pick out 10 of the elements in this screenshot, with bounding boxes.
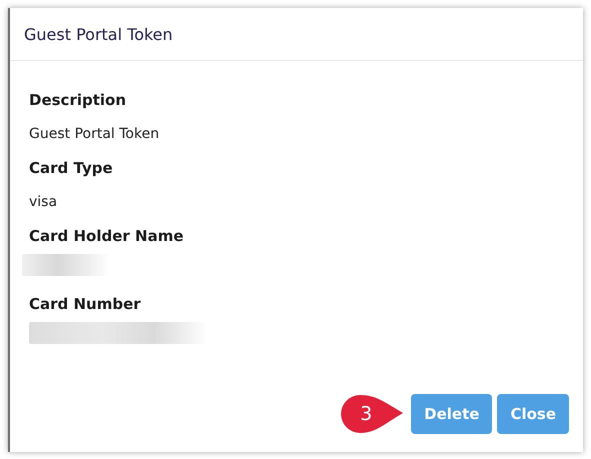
delete-button[interactable]: Delete <box>411 394 492 434</box>
dialog-title: Guest Portal Token <box>10 8 583 61</box>
callout-badge: 3 <box>340 394 404 434</box>
field-label: Card Number <box>28 294 142 315</box>
field-label: Card Holder Name <box>28 226 184 247</box>
field-label: Card Type <box>28 158 114 179</box>
close-button[interactable]: Close <box>497 394 569 434</box>
field-label: Description <box>28 90 128 111</box>
field-value: visa <box>28 193 58 212</box>
field-value: Guest Portal Token <box>28 125 160 144</box>
